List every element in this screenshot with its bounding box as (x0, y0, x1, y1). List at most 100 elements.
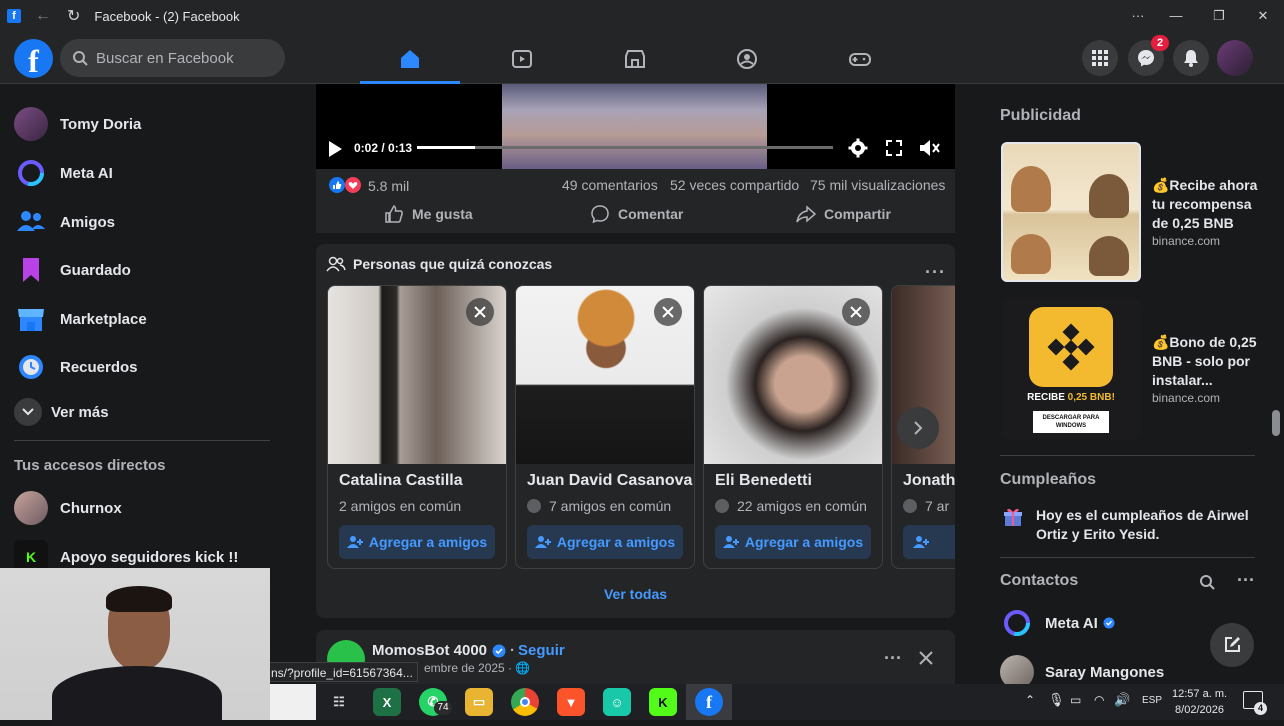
sidebar-item-saved[interactable]: Guardado (14, 250, 131, 290)
wifi-icon[interactable]: ◠ (1094, 693, 1104, 707)
clock[interactable]: 12:57 a. m. 8/02/2026 (1172, 686, 1227, 718)
ad-image-comic[interactable] (1001, 142, 1141, 282)
facebook-taskbar-icon[interactable]: f (695, 688, 723, 716)
more-options-icon[interactable]: ··· (925, 262, 946, 283)
close-window-button[interactable]: ✕ (1243, 0, 1283, 32)
post-author[interactable]: MomosBot 4000 (372, 642, 487, 659)
sidebar-item-marketplace[interactable]: Marketplace (14, 299, 147, 339)
reload-icon[interactable]: ↻ (67, 6, 80, 26)
contacts-options-icon[interactable]: ··· (1237, 570, 1255, 591)
ad-image-binance[interactable]: RECIBE 0,25 BNB! DESCARGAR PARA WINDOWS (1001, 299, 1141, 439)
language-indicator[interactable]: ESP (1142, 695, 1162, 706)
contact-item[interactable]: Meta AI (1002, 608, 1115, 638)
maximize-button[interactable]: ❐ (1199, 0, 1239, 32)
battery-icon[interactable]: ▭ (1070, 693, 1081, 707)
brave-icon[interactable]: ▼ (557, 688, 585, 716)
next-suggestions-button[interactable] (897, 407, 939, 449)
see-more-button[interactable]: Ver más (14, 392, 109, 432)
page-scrollbar-thumb[interactable] (1272, 410, 1280, 436)
ad-2-text[interactable]: 💰Bono de 0,25 BNB - solo por instalar... (1152, 333, 1260, 390)
tab-marketplace[interactable] (579, 36, 691, 82)
share-button[interactable]: Compartir (796, 202, 891, 226)
task-view-icon[interactable]: ☷ (325, 688, 353, 716)
messenger-badge: 2 (1151, 35, 1169, 51)
like-button[interactable]: Me gusta (384, 202, 473, 226)
comment-icon (591, 205, 609, 224)
sidebar-item-profile[interactable]: Tomy Doria (14, 104, 141, 144)
add-friend-button[interactable] (903, 525, 955, 559)
person-name[interactable]: Jonatha (903, 472, 955, 490)
person-card[interactable]: Eli Benedetti 22 amigos en común Agregar… (703, 285, 883, 569)
sidebar-item-friends[interactable]: Amigos (14, 202, 115, 242)
excel-icon[interactable]: X (373, 688, 401, 716)
fullscreen-icon[interactable] (886, 140, 902, 161)
facebook-logo-icon[interactable]: f (14, 39, 53, 79)
reactions-icons[interactable] (328, 176, 362, 194)
comments-count[interactable]: 49 comentarios (562, 177, 658, 193)
remove-suggestion-button[interactable] (654, 298, 682, 326)
shares-count[interactable]: 52 veces compartido (670, 177, 799, 193)
back-arrow-icon[interactable]: ← (35, 7, 51, 25)
volume-icon[interactable]: 🔊 (1114, 692, 1130, 708)
chrome-icon[interactable] (511, 688, 539, 716)
reactions-count[interactable]: 5.8 mil (368, 178, 409, 194)
video-progress-track[interactable] (417, 146, 833, 149)
remove-suggestion-button[interactable] (466, 298, 494, 326)
shortcut-item-churnox[interactable]: Churnox (14, 488, 122, 528)
thumbs-up-icon (385, 205, 403, 223)
kick-icon[interactable]: K (649, 688, 677, 716)
shortcut-label: Churnox (60, 499, 122, 517)
person-card[interactable]: Catalina Castilla 2 amigos en común Agre… (327, 285, 507, 569)
notifications-button[interactable] (1173, 40, 1209, 76)
mute-icon[interactable] (919, 139, 941, 162)
follow-link[interactable]: Seguir (518, 642, 565, 659)
tab-video[interactable] (466, 36, 578, 82)
add-friend-button[interactable]: Agregar a amigos (715, 525, 871, 559)
video-time: 0:02 / 0:13 (354, 141, 413, 155)
person-name[interactable]: Eli Benedetti (715, 472, 812, 490)
tab-home[interactable] (354, 36, 466, 82)
more-options-button[interactable]: ··· (1118, 0, 1158, 32)
menu-button[interactable] (1082, 40, 1118, 76)
person-name[interactable]: Juan David Casanova (527, 472, 692, 490)
search-icon (73, 51, 88, 66)
groups-icon (737, 49, 757, 69)
file-explorer-icon[interactable]: ▭ (465, 688, 493, 716)
sidebar-item-memories[interactable]: Recuerdos (14, 347, 138, 387)
person-card[interactable]: Juan David Casanova 7 amigos en común Ag… (515, 285, 695, 569)
taskbar-search-area[interactable] (270, 684, 316, 720)
search-box[interactable]: Buscar en Facebook (60, 39, 285, 77)
account-avatar[interactable] (1217, 40, 1253, 76)
sidebar-item-label: Amigos (60, 213, 116, 231)
add-friend-button[interactable]: Agregar a amigos (339, 525, 495, 559)
verified-badge-icon (492, 644, 506, 657)
add-friend-button[interactable]: Agregar a amigos (527, 525, 683, 559)
mutual-avatar (903, 499, 917, 513)
ad-image-download-button: DESCARGAR PARA WINDOWS (1033, 411, 1109, 433)
microphone-icon[interactable]: 🎙 (1048, 692, 1065, 708)
person-name[interactable]: Catalina Castilla (339, 472, 463, 490)
birthday-text[interactable]: Hoy es el cumpleaños de Airwel Ortiz y E… (1036, 506, 1256, 544)
sidebar-item-meta-ai[interactable]: Meta AI (14, 153, 113, 193)
home-icon (401, 50, 419, 68)
comment-button[interactable]: Comentar (590, 202, 683, 226)
new-message-button[interactable] (1210, 623, 1254, 667)
post-options-icon[interactable]: ··· (884, 648, 902, 669)
friends-icon (14, 205, 48, 239)
contacts-search-icon[interactable] (1199, 574, 1215, 595)
settings-gear-icon[interactable] (848, 138, 868, 163)
play-icon[interactable] (327, 140, 343, 163)
contact-name: Meta AI (1045, 614, 1098, 632)
app-icon[interactable]: ☺ (603, 688, 631, 716)
ad-1-text[interactable]: 💰Recibe ahora tu recompensa de 0,25 BNB (1152, 176, 1262, 233)
whatsapp-badge: 74 (434, 701, 452, 715)
see-all-link[interactable]: Ver todas (316, 586, 955, 602)
close-icon (474, 306, 486, 318)
tray-chevron-up-icon[interactable]: ⌃ (1025, 693, 1035, 707)
remove-suggestion-button[interactable] (842, 298, 870, 326)
hide-post-button[interactable] (918, 650, 934, 671)
tab-groups[interactable] (691, 36, 803, 82)
tab-gaming[interactable] (804, 36, 916, 82)
close-icon (662, 306, 674, 318)
minimize-button[interactable]: — (1156, 0, 1196, 32)
